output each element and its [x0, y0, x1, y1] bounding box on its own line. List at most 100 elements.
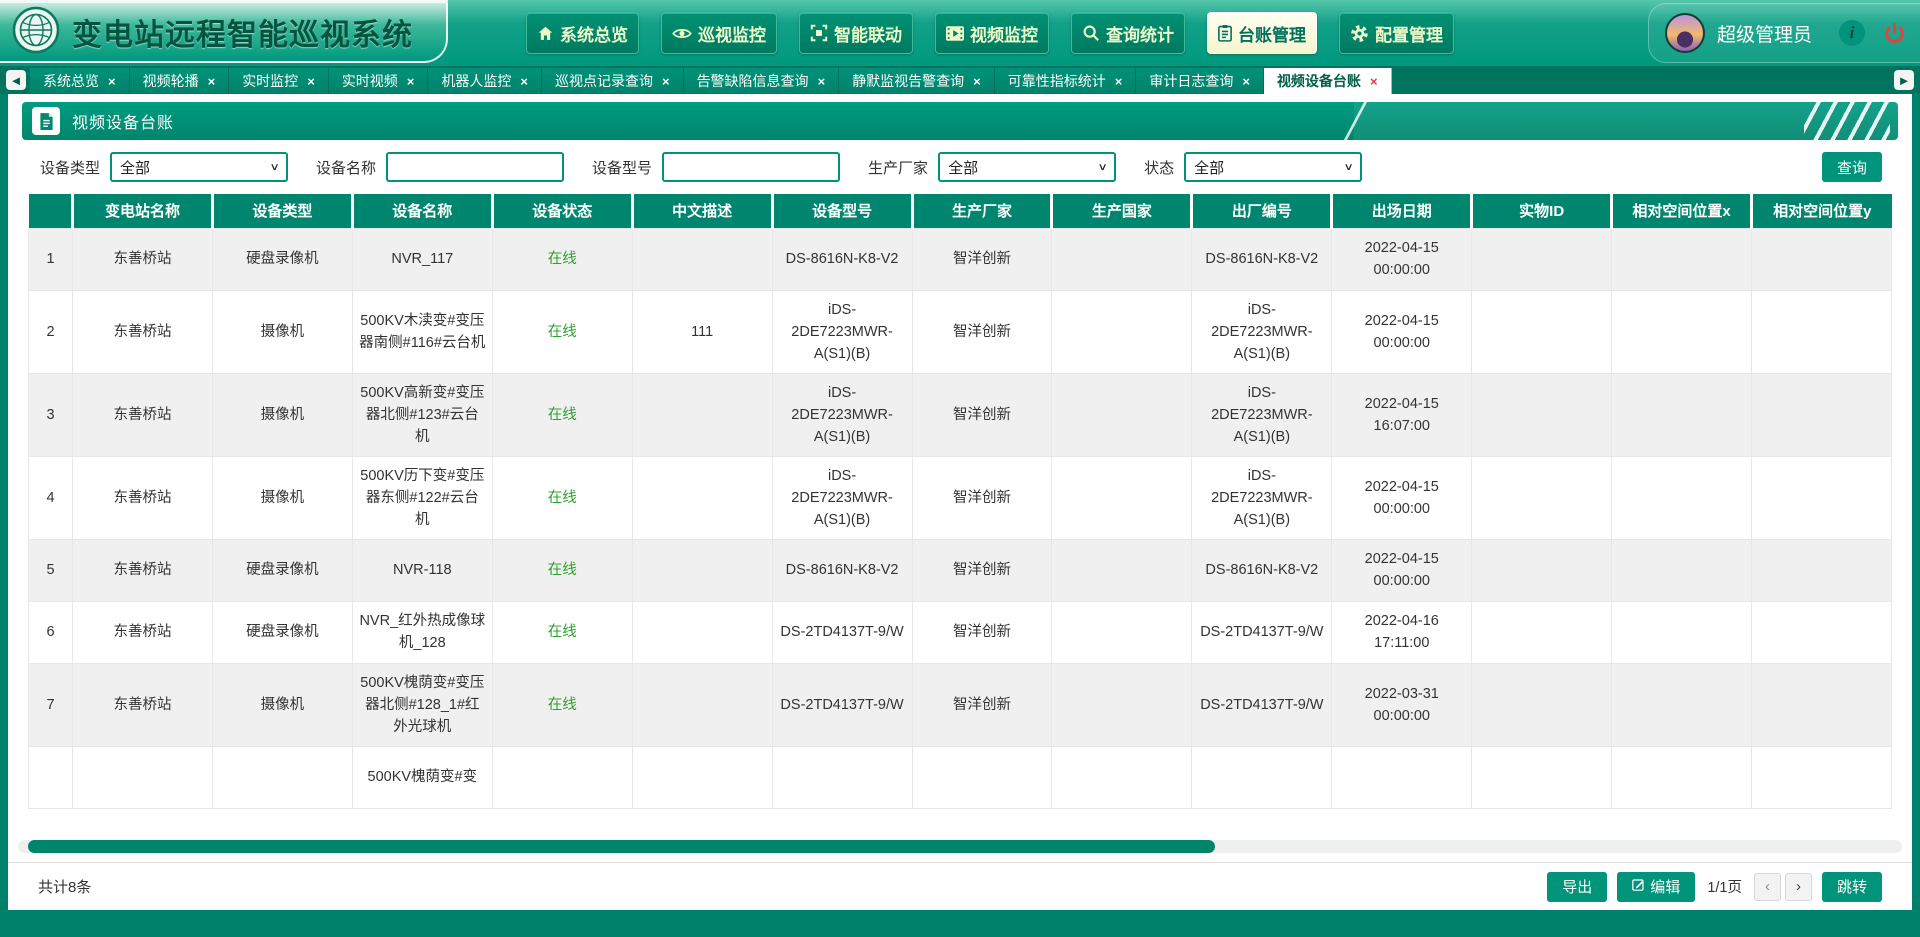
page-title: 视频设备台账: [72, 109, 174, 133]
edit-button[interactable]: 编辑: [1617, 872, 1695, 902]
column-header: 相对空间位置y: [1752, 194, 1892, 228]
cell-model: iDS-2DE7223MWR-A(S1)(B): [772, 456, 912, 539]
next-page-button[interactable]: ›: [1785, 873, 1812, 901]
table-row[interactable]: 4东善桥站摄像机500KV历下变#变压器东侧#122#云台机在线iDS-2DE7…: [29, 456, 1892, 539]
table-row[interactable]: 7东善桥站摄像机500KV槐荫变#变压器北侧#128_1#红外光球机在线DS-2…: [29, 663, 1892, 746]
export-button[interactable]: 导出: [1547, 872, 1607, 902]
scrollbar-thumb[interactable]: [28, 840, 1215, 853]
cell-no: 1: [29, 228, 73, 290]
column-header: 出场日期: [1332, 194, 1472, 228]
device-model-input[interactable]: [662, 152, 840, 182]
info-icon[interactable]: i: [1839, 20, 1865, 46]
nav-patrol-monitor[interactable]: 巡视监控: [661, 12, 777, 54]
tab-silent-monitor-alarm-query[interactable]: 静默监视告警查询×: [839, 68, 995, 94]
cell-date: 2022-03-31 00:00:00: [1332, 663, 1472, 746]
cell-country: [1052, 373, 1192, 456]
table-row[interactable]: 3东善桥站摄像机500KV高新变#变压器北侧#123#云台机在线iDS-2DE7…: [29, 373, 1892, 456]
cell-pid: [1472, 663, 1612, 746]
device-name-input[interactable]: [386, 152, 564, 182]
tab-close-icon[interactable]: ×: [818, 75, 826, 88]
cell-status: 在线: [492, 290, 632, 373]
cell-type: 摄像机: [212, 456, 352, 539]
cell-status: [492, 746, 632, 808]
cell-no: 2: [29, 290, 73, 373]
nav-video-monitor[interactable]: 视频监控: [935, 12, 1049, 54]
tab-close-icon[interactable]: ×: [520, 75, 528, 88]
horizontal-scrollbar[interactable]: [18, 840, 1902, 853]
avatar[interactable]: [1665, 13, 1705, 53]
tab-alarm-defect-query[interactable]: 告警缺陷信息查询×: [684, 68, 840, 94]
nav-smart-linkage[interactable]: 智能联动: [799, 12, 913, 54]
cell-model: [772, 746, 912, 808]
cell-serial: iDS-2DE7223MWR-A(S1)(B): [1192, 456, 1332, 539]
tab-close-icon[interactable]: ×: [973, 75, 981, 88]
tab-reliability-stats[interactable]: 可靠性指标统计×: [995, 68, 1137, 94]
device-type-select[interactable]: 全部 ∨: [110, 152, 288, 182]
linkage-icon: [810, 24, 828, 42]
page-title-bar: 视频设备台账: [22, 102, 1898, 140]
tab-audit-log-query[interactable]: 审计日志查询×: [1136, 68, 1264, 94]
column-header: 设备类型: [212, 194, 352, 228]
status-select[interactable]: 全部 ∨: [1184, 152, 1362, 182]
cell-serial: iDS-2DE7223MWR-A(S1)(B): [1192, 290, 1332, 373]
cell-status: 在线: [492, 228, 632, 290]
tab-realtime-video[interactable]: 实时视频×: [329, 68, 429, 94]
tab-scroll-left-icon[interactable]: ◄: [6, 70, 26, 90]
tab-patrol-record-query[interactable]: 巡视点记录查询×: [542, 68, 684, 94]
eye-icon: [672, 26, 692, 41]
tab-scroll-right-icon[interactable]: ►: [1894, 70, 1914, 90]
tab-close-icon[interactable]: ×: [307, 75, 315, 88]
logout-power-icon[interactable]: [1883, 22, 1906, 45]
cell-type: 硬盘录像机: [212, 539, 352, 601]
cell-station: 东善桥站: [73, 456, 213, 539]
pager: ‹ ›: [1754, 873, 1812, 901]
cell-pid: [1472, 539, 1612, 601]
tab-close-icon[interactable]: ×: [662, 75, 670, 88]
table-row[interactable]: 2东善桥站摄像机500KV木渎变#变压器南侧#116#云台机在线111iDS-2…: [29, 290, 1892, 373]
tab-close-icon[interactable]: ×: [208, 75, 216, 88]
search-icon: [1082, 24, 1100, 42]
table-row[interactable]: 6东善桥站硬盘录像机NVR_红外热成像球机_128在线DS-2TD4137T-9…: [29, 601, 1892, 663]
cell-country: [1052, 456, 1192, 539]
tab-robot-monitor[interactable]: 机器人监控×: [428, 68, 542, 94]
tab-close-icon[interactable]: ×: [407, 75, 415, 88]
document-icon: [32, 107, 60, 135]
cell-no: 7: [29, 663, 73, 746]
tab-video-carousel[interactable]: 视频轮播×: [130, 68, 230, 94]
cell-station: 东善桥站: [73, 663, 213, 746]
table-row[interactable]: 5东善桥站硬盘录像机NVR-118在线DS-8616N-K8-V2智洋创新DS-…: [29, 539, 1892, 601]
nav-query-stats[interactable]: 查询统计: [1071, 12, 1185, 54]
filter-bar: 设备类型 全部 ∨ 设备名称 设备型号 生产厂家 全部 ∨ 状态 全部 ∨ 查询: [40, 152, 1892, 182]
tab-system-overview[interactable]: 系统总览×: [30, 68, 130, 94]
cell-no: 6: [29, 601, 73, 663]
table-row[interactable]: 1东善桥站硬盘录像机NVR_117在线DS-8616N-K8-V2智洋创新DS-…: [29, 228, 1892, 290]
manufacturer-label: 生产厂家: [868, 157, 928, 178]
tab-video-device-ledger[interactable]: 视频设备台账×: [1264, 68, 1392, 94]
tab-realtime-monitor[interactable]: 实时监控×: [229, 68, 329, 94]
tab-close-icon[interactable]: ×: [1370, 75, 1378, 88]
video-icon: [946, 26, 964, 41]
status-label: 状态: [1144, 157, 1174, 178]
prev-page-button[interactable]: ‹: [1754, 873, 1781, 901]
tab-close-icon[interactable]: ×: [1242, 75, 1250, 88]
query-button[interactable]: 查询: [1822, 152, 1882, 182]
nav-ledger-management[interactable]: 台账管理: [1207, 12, 1317, 54]
cell-country: [1052, 601, 1192, 663]
chevron-down-icon: ∨: [269, 162, 279, 173]
tab-close-icon[interactable]: ×: [1115, 75, 1123, 88]
manufacturer-select[interactable]: 全部 ∨: [938, 152, 1116, 182]
cell-desc: [632, 373, 772, 456]
tab-close-icon[interactable]: ×: [108, 75, 116, 88]
jump-button[interactable]: 跳转: [1822, 872, 1882, 902]
cell-no: 3: [29, 373, 73, 456]
cell-y: [1752, 228, 1892, 290]
table-row[interactable]: 500KV槐荫变#变: [29, 746, 1892, 808]
cell-type: 摄像机: [212, 663, 352, 746]
cell-x: [1612, 539, 1752, 601]
nav-config-management[interactable]: 配置管理: [1339, 12, 1454, 54]
cell-maker: 智洋创新: [912, 539, 1052, 601]
cell-desc: [632, 663, 772, 746]
nav-system-overview[interactable]: 系统总览: [526, 12, 639, 54]
cell-serial: [1192, 746, 1332, 808]
cell-model: iDS-2DE7223MWR-A(S1)(B): [772, 290, 912, 373]
